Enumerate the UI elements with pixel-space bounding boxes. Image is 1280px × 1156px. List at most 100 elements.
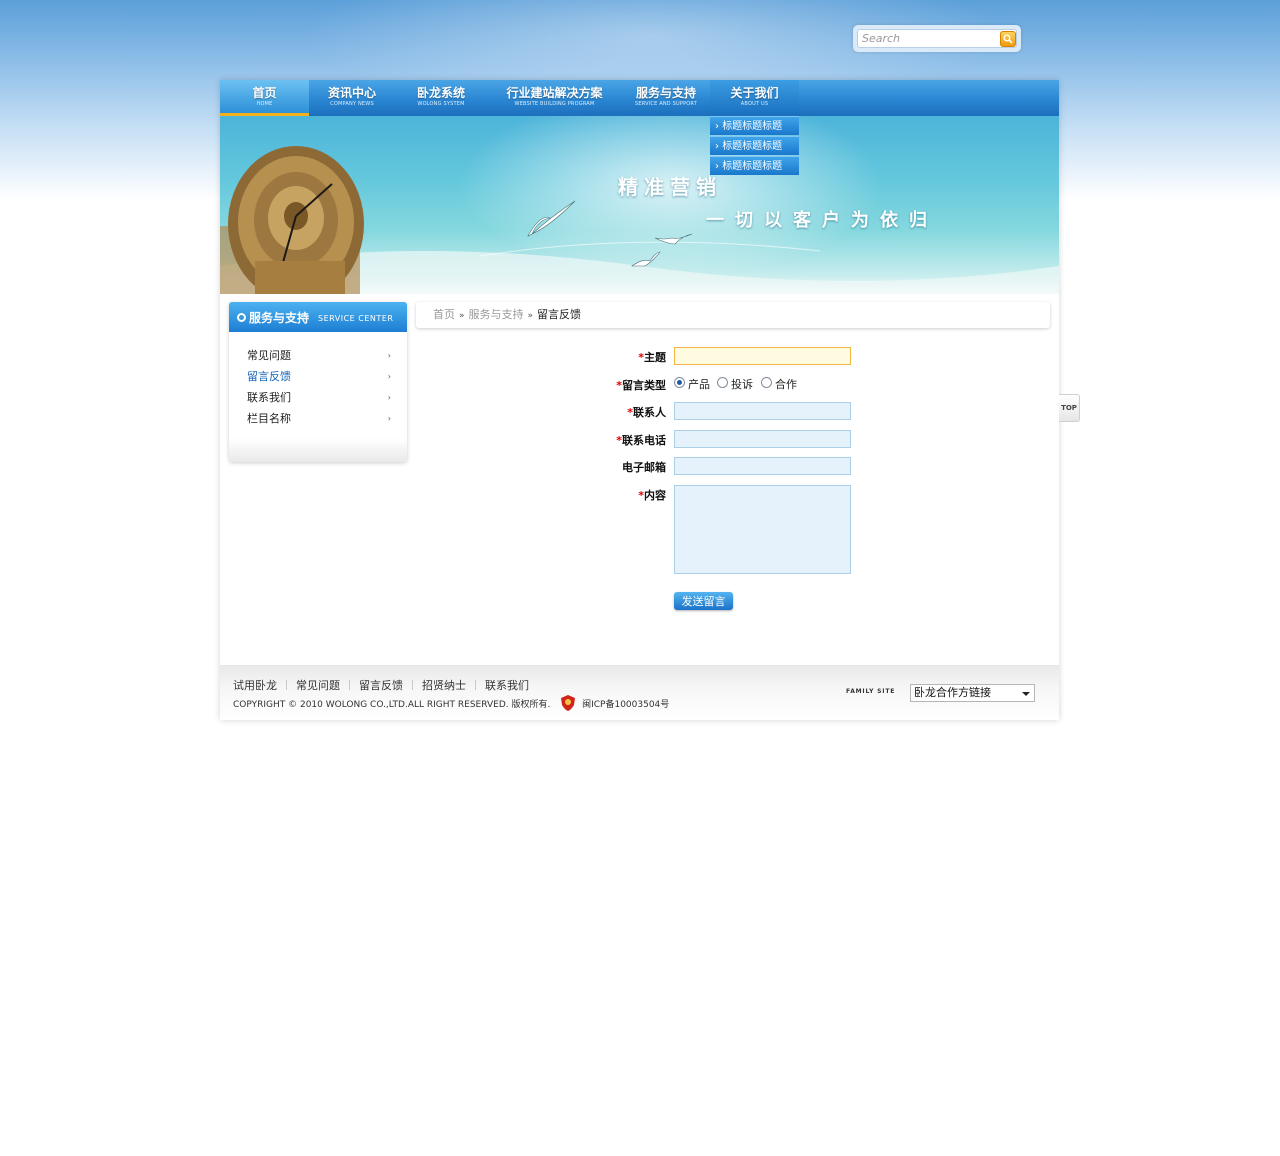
- top-label: TOP: [1061, 404, 1077, 412]
- sidebar-item-label: 留言反馈: [247, 370, 291, 383]
- dropdown-item[interactable]: › 标题标题标题: [710, 136, 799, 155]
- copyright: COPYRIGHT © 2010 WOLONG CO.,LTD.ALL RIGH…: [233, 695, 669, 711]
- circle-bullet-icon: [237, 313, 246, 322]
- phone-label: *联系电话: [566, 432, 666, 448]
- nav-service-support[interactable]: 服务与支持 SERVICE AND SUPPORT: [622, 80, 710, 116]
- search-input[interactable]: [862, 31, 992, 46]
- search-icon: [1003, 34, 1013, 44]
- sidebar-footer: [229, 438, 407, 462]
- footer-link-contact[interactable]: 联系我们: [485, 679, 529, 692]
- nav-sublabel: WOLONG SYSTEM: [417, 101, 465, 107]
- nav-sublabel: COMPANY NEWS: [330, 101, 374, 107]
- police-badge-icon: [561, 695, 576, 711]
- footer: 试用卧龙 常见问题 留言反馈 招贤纳士 联系我们 COPYRIGHT © 2010 WO…: [220, 665, 1059, 720]
- divider: [349, 680, 350, 690]
- family-site-value: 卧龙合作方链接: [914, 686, 991, 699]
- nav-company-news[interactable]: 资讯中心 COMPANY NEWS: [309, 80, 395, 116]
- main-nav: 首页 HOME 资讯中心 COMPANY NEWS 卧龙系统 WOLONG SY…: [220, 80, 1059, 116]
- banner-art: [220, 146, 1059, 294]
- sidebar: 服务与支持 SERVICE CENTER 常见问题 › 留言反馈 › 联系我们 › 栏…: [229, 302, 407, 462]
- nav-building-program[interactable]: 行业建站解决方案 WEBSITE BUILDING PROGRAM: [487, 80, 622, 116]
- sidebar-subtitle: SERVICE CENTER: [318, 314, 394, 323]
- sidebar-title: 服务与支持: [249, 311, 310, 325]
- label-text: 电子邮箱: [622, 461, 666, 474]
- footer-link-careers[interactable]: 招贤纳士: [422, 679, 466, 692]
- family-site-select[interactable]: 卧龙合作方链接: [910, 684, 1035, 702]
- subject-input[interactable]: [674, 347, 851, 365]
- sidebar-item-label: 栏目名称: [247, 412, 291, 425]
- email-label: 电子邮箱: [566, 459, 666, 475]
- breadcrumb-home[interactable]: 首页: [433, 302, 455, 328]
- radio-product[interactable]: [674, 377, 685, 388]
- breadcrumb: 首页» 服务与支持» 留言反馈: [416, 302, 1050, 328]
- message-type-label: *留言类型: [566, 377, 666, 393]
- nav-label: 卧龙系统: [416, 86, 465, 100]
- footer-link-faq[interactable]: 常见问题: [296, 679, 340, 692]
- banner-slogan-secondary: 一切以客户为依归: [706, 210, 938, 231]
- label-text: 联系电话: [622, 434, 666, 447]
- subject-label: *主题: [566, 349, 666, 365]
- copyright-text: COPYRIGHT © 2010 WOLONG CO.,LTD.ALL RIGH…: [233, 700, 551, 710]
- radio-cooperation[interactable]: [761, 377, 772, 388]
- footer-link-trial[interactable]: 试用卧龙: [233, 679, 277, 692]
- nav-sublabel: SERVICE AND SUPPORT: [634, 101, 698, 107]
- footer-links: 试用卧龙 常见问题 留言反馈 招贤纳士 联系我们: [233, 677, 529, 693]
- phone-input[interactable]: [674, 430, 851, 448]
- nav-label: 关于我们: [730, 86, 779, 100]
- sidebar-item-feedback[interactable]: 留言反馈 ›: [247, 369, 391, 390]
- radio-label: 投诉: [731, 378, 753, 391]
- search-box: [857, 29, 1017, 48]
- banner-slogan-primary: 精准营销: [618, 175, 722, 199]
- nav-home[interactable]: 首页 HOME: [220, 80, 309, 116]
- dropdown-item-label: 标题标题标题: [722, 121, 783, 132]
- icp-number[interactable]: 闽ICP备10003504号: [582, 700, 669, 710]
- hero-banner: 精准营销 一切以客户为依归: [220, 116, 1059, 294]
- search-bar: [853, 25, 1021, 52]
- contact-label: *联系人: [566, 404, 666, 420]
- about-dropdown: › 标题标题标题 › 标题标题标题 › 标题标题标题: [710, 116, 799, 176]
- dropdown-item[interactable]: › 标题标题标题: [710, 116, 799, 135]
- family-site-label: FAMILY SITE: [846, 688, 896, 695]
- chevron-right-icon: ›: [387, 414, 391, 423]
- nav-wolong-system[interactable]: 卧龙系统 WOLONG SYSTEM: [395, 80, 487, 116]
- breadcrumb-section[interactable]: 服务与支持: [469, 302, 524, 328]
- email-input[interactable]: [674, 457, 851, 475]
- radio-label: 产品: [688, 378, 710, 391]
- content-label: *内容: [566, 487, 666, 503]
- sidebar-item-label: 常见问题: [247, 349, 291, 362]
- footer-link-feedback[interactable]: 留言反馈: [359, 679, 403, 692]
- radio-complaint[interactable]: [717, 377, 728, 388]
- nav-label: 首页: [252, 86, 277, 100]
- main-container: 首页 HOME 资讯中心 COMPANY NEWS 卧龙系统 WOLONG SY…: [220, 80, 1059, 720]
- seagull-icons: [527, 200, 693, 267]
- dropdown-item-label: 标题标题标题: [722, 141, 783, 152]
- dropdown-item[interactable]: › 标题标题标题: [710, 156, 799, 175]
- sidebar-item-column[interactable]: 栏目名称 ›: [247, 411, 391, 432]
- label-text: 联系人: [633, 406, 666, 419]
- send-message-button[interactable]: 发送留言: [674, 592, 733, 610]
- sidebar-item-faq[interactable]: 常见问题 ›: [247, 348, 391, 369]
- label-text: 主题: [644, 351, 666, 364]
- breadcrumb-separator: »: [527, 311, 534, 321]
- radio-label: 合作: [775, 378, 797, 391]
- label-text: 内容: [644, 489, 666, 502]
- chevron-right-icon: ›: [387, 372, 391, 381]
- chevron-down-icon: [1022, 692, 1030, 696]
- chevron-right-icon: ›: [387, 351, 391, 360]
- search-button[interactable]: [1000, 31, 1016, 47]
- dropdown-item-label: 标题标题标题: [722, 161, 783, 172]
- sidebar-item-contact[interactable]: 联系我们 ›: [247, 390, 391, 411]
- sundial-icon: [220, 146, 364, 294]
- divider: [475, 680, 476, 690]
- nav-sublabel: HOME: [256, 101, 273, 107]
- breadcrumb-separator: »: [459, 311, 465, 321]
- label-text: 留言类型: [622, 379, 666, 392]
- back-to-top-button[interactable]: TOP: [1059, 394, 1080, 422]
- nav-sublabel: WEBSITE BUILDING PROGRAM: [514, 101, 595, 107]
- nav-about-us[interactable]: 关于我们 ABOUT US: [710, 80, 799, 116]
- sidebar-header: 服务与支持 SERVICE CENTER: [229, 302, 407, 332]
- content-textarea[interactable]: [674, 485, 851, 574]
- nav-sublabel: ABOUT US: [740, 101, 769, 107]
- contact-input[interactable]: [674, 402, 851, 420]
- sidebar-menu: 常见问题 › 留言反馈 › 联系我们 › 栏目名称 ›: [247, 348, 391, 432]
